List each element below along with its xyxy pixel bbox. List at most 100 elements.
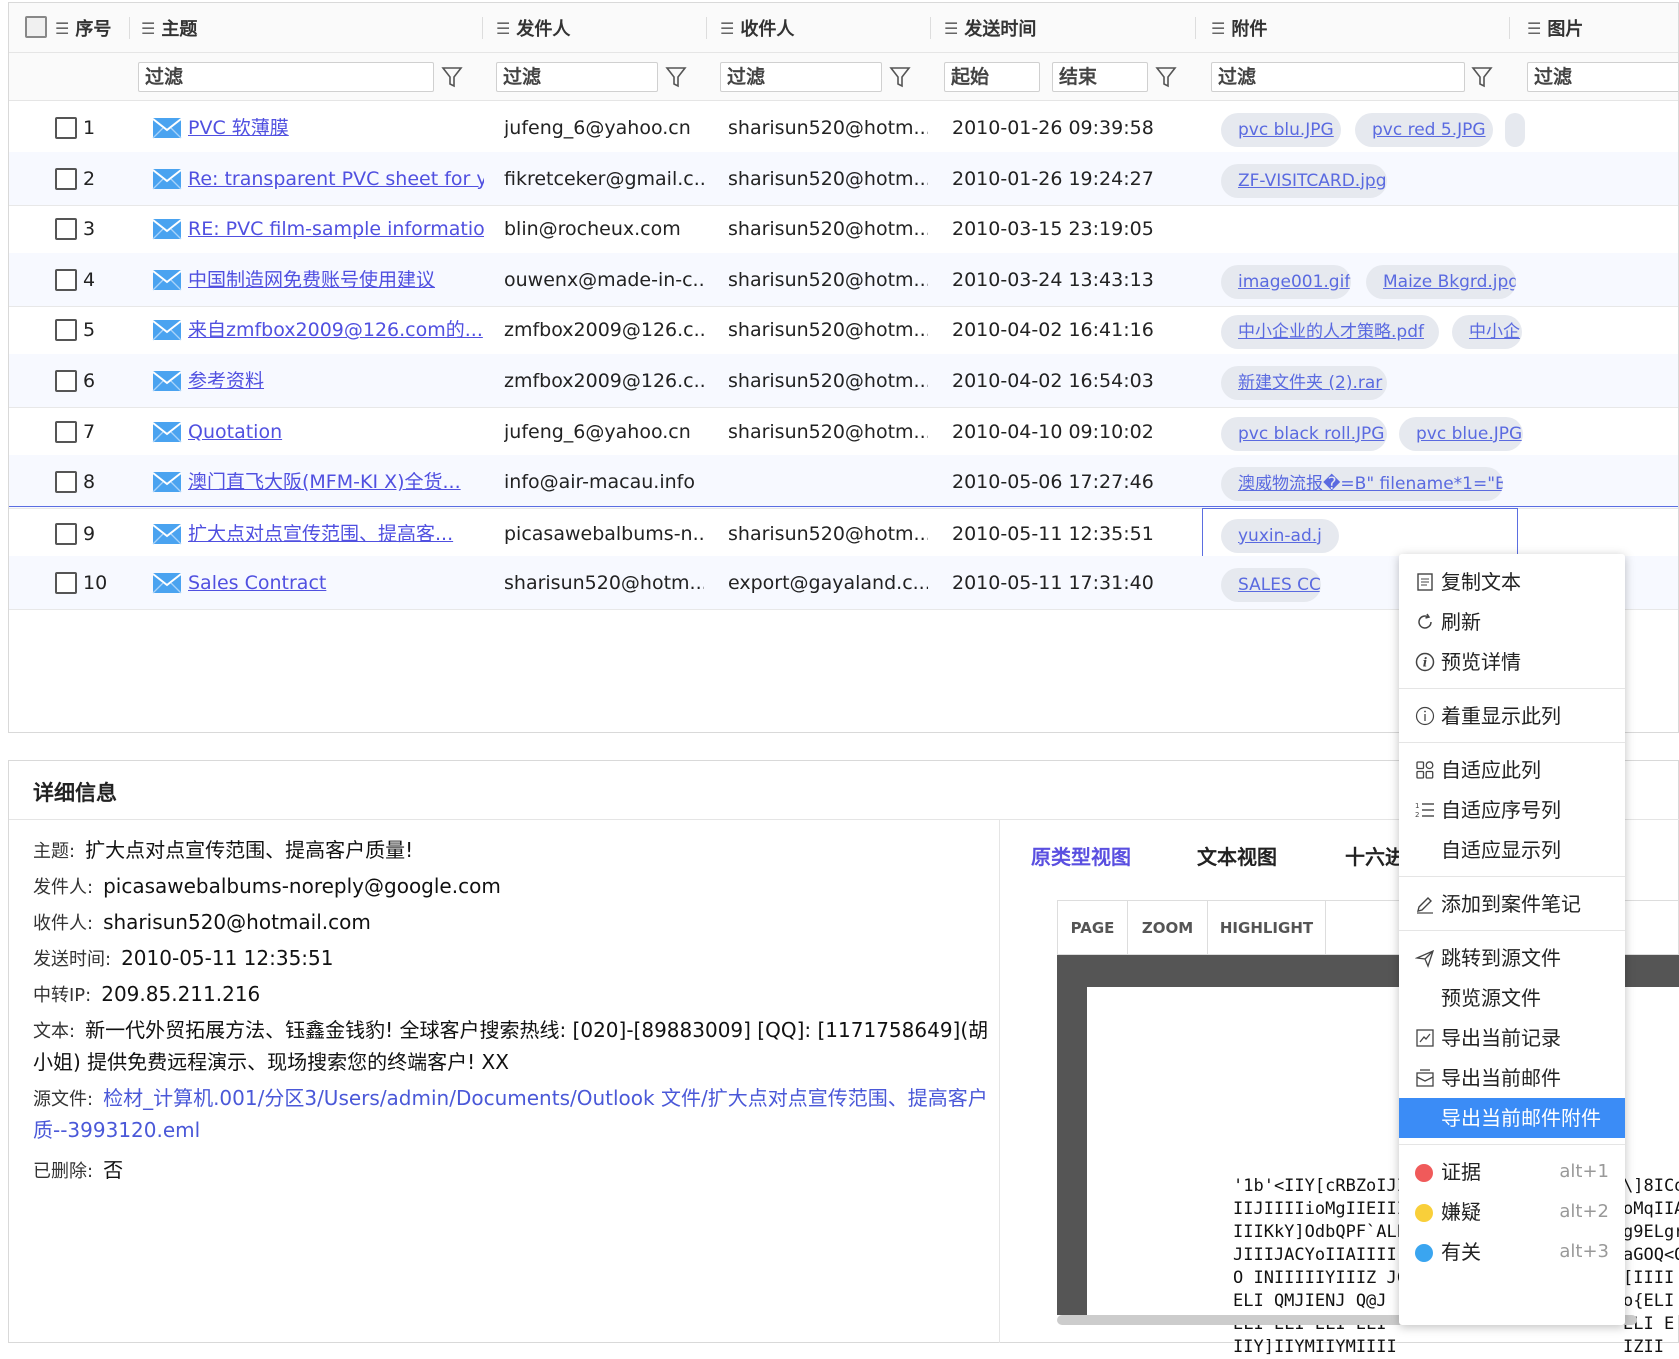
row-checkbox[interactable] bbox=[55, 471, 77, 494]
attachment-tag[interactable]: image001.gif bbox=[1221, 264, 1351, 299]
menu-tag-suspect[interactable]: 嫌疑 alt+2 bbox=[1399, 1192, 1625, 1232]
menu-fit-column-label: 自适应此列 bbox=[1441, 758, 1541, 782]
menu-jump-source[interactable]: 跳转到源文件 bbox=[1399, 938, 1625, 978]
attachment-tag[interactable]: 中小企 bbox=[1452, 315, 1522, 350]
menu-copy-text[interactable]: 复制文本 bbox=[1399, 562, 1625, 602]
divider bbox=[1399, 688, 1625, 689]
attachment-tag[interactable]: 澳威物流报�=B" filename*1="B�.x bbox=[1221, 467, 1503, 502]
menu-fit-column[interactable]: 自适应此列 bbox=[1399, 750, 1625, 790]
attachment-tag[interactable]: pvc blue.JPG bbox=[1399, 416, 1523, 451]
attachment-tag[interactable]: SALES CC bbox=[1221, 568, 1321, 603]
table-row[interactable]: 2 Re: transparent PVC sheet for y... fikre… bbox=[9, 151, 1678, 206]
table-row[interactable]: 3 RE: PVC film-sample information blin@roc… bbox=[9, 202, 1678, 257]
attachment-tag-partial[interactable] bbox=[1505, 113, 1525, 147]
row-checkbox[interactable] bbox=[55, 117, 77, 139]
row-checkbox[interactable] bbox=[55, 268, 77, 291]
subject-link[interactable]: 来自zmfbox2009@126.com的... bbox=[188, 303, 484, 357]
subject-link[interactable]: Re: transparent PVC sheet for y... bbox=[188, 152, 484, 206]
row-checkbox[interactable] bbox=[55, 420, 77, 443]
attachment-tag[interactable]: Maize Bkgrd.jpg bbox=[1366, 264, 1516, 299]
menu-preview-detail[interactable]: i 预览详情 bbox=[1399, 642, 1625, 682]
table-row[interactable]: 8 澳门直飞大阪(MFM-KI X)全货... info@air-macau.inf… bbox=[9, 455, 1678, 510]
attachment-tag[interactable]: ZF-VISITCARD.jpg bbox=[1221, 163, 1387, 198]
to-filter-input[interactable]: 过滤 bbox=[720, 62, 882, 92]
source-file-link[interactable]: 检材_计算机.001/分区3/Users/admin/Documents/Out… bbox=[33, 1086, 988, 1142]
row-checkbox[interactable] bbox=[55, 319, 77, 342]
menu-preview-source[interactable]: 预览源文件 bbox=[1399, 978, 1625, 1018]
row-from: fikretceker@gmail.c... bbox=[504, 167, 704, 190]
subject-link[interactable]: Sales Contract bbox=[188, 556, 484, 610]
subject-link[interactable]: 参考资料 bbox=[188, 354, 484, 408]
divider bbox=[1195, 17, 1196, 39]
header-to[interactable]: ☰ 收件人 bbox=[720, 3, 794, 53]
header-subject[interactable]: ☰ 主题 bbox=[141, 3, 197, 53]
row-checkbox[interactable] bbox=[55, 167, 77, 190]
subject-link[interactable]: 澳门直飞大阪(MFM-KI X)全货... bbox=[188, 455, 484, 509]
header-time[interactable]: ☰ 发送时间 bbox=[944, 3, 1036, 53]
attachment-tag[interactable]: 中小企业的人才策略.pdf bbox=[1221, 315, 1439, 350]
table-row[interactable]: 4 中国制造网免费账号使用建议 ouwenx@made-in-c... sharisu… bbox=[9, 252, 1678, 307]
filter-icon[interactable] bbox=[889, 65, 911, 89]
menu-tag-related[interactable]: 有关 alt+3 bbox=[1399, 1232, 1625, 1272]
refresh-icon bbox=[1418, 613, 1432, 629]
attachment-tag[interactable]: pvc blu.JPG bbox=[1221, 113, 1341, 147]
attachment-tag[interactable]: pvc black roll.JPG bbox=[1221, 416, 1387, 451]
filter-row: 过滤 过滤 过滤 起始 结束 过滤 过滤 bbox=[9, 53, 1678, 101]
subject-link[interactable]: RE: PVC film-sample information bbox=[188, 202, 484, 256]
menu-add-note[interactable]: 添加到案件笔记 bbox=[1399, 884, 1625, 924]
attachment-tag[interactable]: 新建文件夹 (2).rar bbox=[1221, 366, 1387, 400]
header-extra[interactable]: ☰ 图片 bbox=[1527, 3, 1583, 53]
select-all-checkbox[interactable] bbox=[25, 16, 47, 38]
table-row[interactable]: 6 参考资料 zmfbox2009@126.c... sharisun520@hotm… bbox=[9, 354, 1678, 408]
page-button[interactable]: PAGE bbox=[1058, 901, 1128, 956]
subject-link[interactable]: Quotation bbox=[188, 405, 484, 459]
row-seq: 4 bbox=[83, 268, 96, 291]
header-subject-label: 主题 bbox=[161, 19, 198, 40]
menu-tag-evidence[interactable]: 证据 alt+1 bbox=[1399, 1152, 1625, 1192]
header-seq[interactable]: ☰ 序号 bbox=[55, 3, 111, 53]
menu-fit-seq[interactable]: 12 自适应序号列 bbox=[1399, 790, 1625, 830]
subject-link[interactable]: 中国制造网免费账号使用建议 bbox=[188, 253, 484, 307]
table-row[interactable]: 1 PVC 软薄膜 jufeng_6@yahoo.cn sharisun520@ho… bbox=[9, 101, 1678, 155]
header-from[interactable]: ☰ 发件人 bbox=[496, 3, 570, 53]
time-start-input[interactable]: 起始 bbox=[944, 62, 1040, 92]
subject-link[interactable]: PVC 软薄膜 bbox=[188, 101, 484, 155]
tab-raw-view[interactable]: 原类型视图 bbox=[1031, 841, 1131, 870]
subject-link[interactable]: 扩大点对点宣传范围、提高客... bbox=[188, 507, 484, 561]
header-attach-label: 附件 bbox=[1231, 19, 1268, 40]
tab-hex-view[interactable]: 十六进 bbox=[1345, 841, 1405, 870]
table-row[interactable]: 9 扩大点对点宣传范围、提高客... picasawebalbums-n... sha… bbox=[9, 505, 1678, 561]
attachment-tag[interactable]: yuxin-ad.j bbox=[1221, 518, 1339, 553]
filter-icon[interactable] bbox=[441, 65, 463, 89]
subject-filter-input[interactable]: 过滤 bbox=[138, 62, 434, 92]
extra-filter-input[interactable]: 过滤 bbox=[1527, 62, 1678, 92]
row-checkbox[interactable] bbox=[55, 522, 77, 545]
menu-export-attachment[interactable]: 导出当前邮件附件 bbox=[1399, 1098, 1625, 1138]
row-checkbox[interactable] bbox=[55, 370, 77, 392]
tab-text-view[interactable]: 文本视图 bbox=[1197, 841, 1277, 870]
attach-filter-input[interactable]: 过滤 bbox=[1211, 62, 1465, 92]
from-filter-input[interactable]: 过滤 bbox=[496, 62, 658, 92]
attachment-tag[interactable]: pvc red 5.JPG bbox=[1355, 113, 1493, 147]
row-time: 2010-05-11 17:31:40 bbox=[952, 572, 1154, 595]
menu-export-record[interactable]: 导出当前记录 bbox=[1399, 1018, 1625, 1058]
menu-fit-visible[interactable]: 自适应显示列 bbox=[1399, 830, 1625, 870]
zoom-button[interactable]: ZOOM bbox=[1128, 901, 1208, 956]
row-to: sharisun520@hotm... bbox=[728, 218, 928, 241]
row-checkbox[interactable] bbox=[55, 572, 77, 595]
header-attach[interactable]: ☰ 附件 bbox=[1211, 3, 1267, 53]
filter-icon[interactable] bbox=[1471, 65, 1493, 89]
mail-icon bbox=[152, 219, 182, 240]
filter-icon[interactable] bbox=[665, 65, 687, 89]
row-checkbox[interactable] bbox=[55, 218, 77, 241]
menu-export-mail[interactable]: 导出当前邮件 bbox=[1399, 1058, 1625, 1098]
row-from: jufeng_6@yahoo.cn bbox=[504, 420, 691, 443]
table-row[interactable]: 5 来自zmfbox2009@126.com的... zmfbox2009@126.… bbox=[9, 303, 1678, 358]
time-end-input[interactable]: 结束 bbox=[1052, 62, 1148, 92]
row-time: 2010-04-10 09:10:02 bbox=[952, 420, 1154, 443]
filter-icon[interactable] bbox=[1155, 65, 1177, 89]
highlight-button[interactable]: HIGHLIGHT bbox=[1208, 901, 1326, 956]
menu-refresh[interactable]: 刷新 bbox=[1399, 602, 1625, 642]
menu-emphasize-column[interactable]: 着重显示此列 bbox=[1399, 696, 1625, 736]
table-row[interactable]: 7 Quotation jufeng_6@yahoo.cn sharisun520@h… bbox=[9, 405, 1678, 459]
